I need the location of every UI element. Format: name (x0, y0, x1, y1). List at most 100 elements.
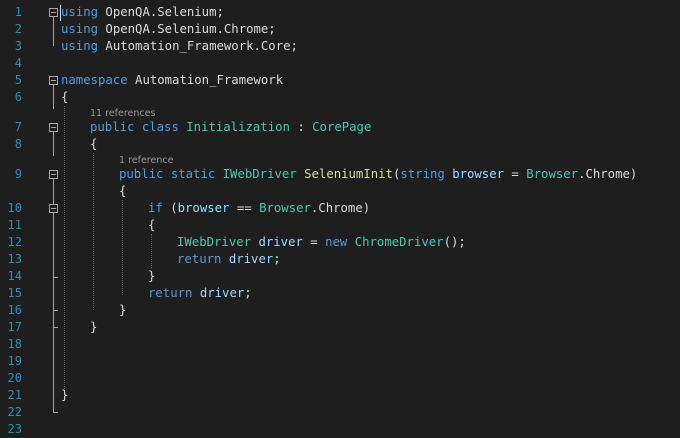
keyword: return (148, 286, 193, 300)
line-number: 12 (7, 235, 22, 249)
collapse-class-icon[interactable] (49, 123, 58, 132)
variable-name: driver (199, 286, 245, 300)
fold-line (53, 327, 54, 412)
line-number: 16 (7, 303, 22, 317)
line-number: 19 (7, 354, 22, 368)
collapse-if-icon[interactable] (49, 204, 58, 213)
operator: == (229, 201, 260, 215)
operator: = (504, 167, 527, 181)
collapse-method-icon[interactable] (49, 170, 58, 179)
line-number: 7 (14, 120, 22, 134)
code-line-13[interactable]: IWebDriver driver = new ChromeDriver(); (177, 234, 466, 251)
code-line-15[interactable]: } (148, 268, 155, 285)
line-row: 18 (0, 336, 680, 353)
code-line-14[interactable]: return driver; (177, 251, 281, 268)
indent-guide (93, 153, 94, 310)
line-number: 3 (14, 39, 22, 53)
punctuation: ( (162, 201, 178, 215)
type-name: IWebDriver (177, 235, 252, 249)
code-line-8[interactable]: { (90, 136, 97, 153)
line-number: 11 (7, 218, 22, 232)
indent-guide (151, 234, 152, 268)
code-line-1[interactable]: using OpenQA.Selenium; (61, 4, 224, 21)
type-name: Browser (259, 201, 311, 215)
line-number: 10 (7, 201, 22, 215)
keyword: class (141, 120, 179, 134)
indent-guide (122, 200, 123, 295)
line-number: 18 (7, 337, 22, 351)
keyword: public (90, 120, 135, 134)
brace: { (148, 218, 156, 232)
type-name: ChromeDriver (354, 235, 444, 249)
line-row: 20 (0, 370, 680, 387)
line-number: 8 (14, 137, 22, 151)
line-number: 23 (7, 422, 22, 436)
code-line-10[interactable]: { (119, 183, 126, 200)
code-line-11[interactable]: if (browser == Browser.Chrome) (148, 200, 370, 217)
keyword: return (177, 252, 222, 266)
code-line-16[interactable]: return driver; (148, 285, 252, 302)
operator: = (302, 235, 326, 249)
fold-line (53, 310, 54, 327)
fold-line (53, 277, 54, 310)
line-row: 16 (0, 302, 680, 319)
indent-guide (64, 106, 65, 395)
line-row: 15 (0, 285, 680, 302)
class-name: Initialization (186, 120, 290, 134)
keyword: public (119, 167, 164, 181)
member-access: .Chrome) (310, 201, 371, 215)
namespace-name: Automation_Framework (127, 73, 284, 87)
fold-end (53, 412, 58, 413)
code-line-6[interactable]: { (61, 89, 68, 106)
keyword: namespace (61, 73, 128, 87)
line-row: 21 (0, 387, 680, 404)
namespace-name: OpenQA.Selenium; (98, 5, 224, 19)
line-number: 9 (14, 167, 22, 181)
line-number: 2 (14, 22, 22, 36)
line-number: 6 (14, 90, 22, 104)
brace: } (61, 388, 69, 402)
line-number: 14 (7, 269, 22, 283)
code-line-3[interactable]: using Automation_Framework.Core; (61, 38, 298, 55)
fold-line (53, 17, 54, 46)
member-access: .Chrome) (578, 167, 638, 181)
line-number: 17 (7, 320, 22, 334)
brace: { (61, 90, 69, 104)
fold-line (53, 179, 54, 204)
code-line-9[interactable]: public static IWebDriver SeleniumInit(st… (119, 166, 637, 183)
keyword: using (61, 5, 99, 19)
code-line-12[interactable]: { (148, 217, 155, 234)
keyword: using (61, 39, 99, 53)
fold-line (53, 132, 54, 156)
line-number: 22 (7, 405, 22, 419)
line-row: 17 (0, 319, 680, 336)
type-name: Browser (526, 167, 579, 181)
collapse-usings-icon[interactable] (49, 8, 58, 17)
code-editor[interactable]: 1 2 3 4 5 6 7 8 9 10 11 12 13 14 15 16 1… (0, 0, 680, 436)
fold-line (53, 213, 54, 277)
brace: } (119, 303, 127, 317)
variable-name: driver (228, 252, 274, 266)
base-class-name: CorePage (312, 120, 372, 134)
collapse-namespace-icon[interactable] (49, 76, 58, 85)
code-line-22[interactable]: } (61, 387, 68, 404)
line-row: 4 (0, 55, 680, 72)
brace: { (90, 137, 98, 151)
line-row: 23 (0, 421, 680, 438)
punctuation: ; (244, 286, 252, 300)
code-line-2[interactable]: using OpenQA.Selenium.Chrome; (61, 21, 276, 38)
code-line-7[interactable]: public class Initialization : CorePage (90, 119, 371, 136)
line-row: 6 (0, 89, 680, 106)
line-number: 5 (14, 73, 22, 87)
variable-name: browser (177, 201, 230, 215)
fold-line (53, 85, 54, 109)
punctuation: : (289, 120, 313, 134)
line-number: 20 (7, 371, 22, 385)
code-line-17[interactable]: } (119, 302, 126, 319)
code-line-18[interactable]: } (90, 319, 97, 336)
line-row: 14 (0, 268, 680, 285)
brace: { (119, 184, 127, 198)
namespace-name: Automation_Framework.Core; (98, 39, 298, 53)
code-line-5[interactable]: namespace Automation_Framework (61, 72, 283, 89)
line-number: 13 (7, 252, 22, 266)
